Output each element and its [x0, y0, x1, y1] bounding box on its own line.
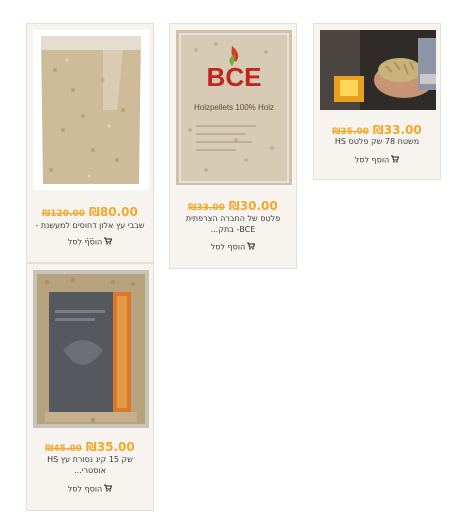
old-price: ₪45.00 [45, 444, 82, 454]
product-image-sawdust-bag[interactable] [33, 270, 149, 428]
cart-icon [104, 237, 113, 247]
product-card-oak-chips[interactable]: ₪120.00 ₪80.00 שבבי עץ אלון דחוסים למעשנת… [26, 23, 154, 263]
product-title[interactable]: פלטס של החברה הצרפתית BCE- בתק... [180, 213, 286, 235]
product-title[interactable]: שק 15 קיג נסורת עץ HS אוסטרי... [39, 454, 141, 476]
price-line: ₪45.00 ₪35.00 [27, 436, 153, 455]
add-to-cart-button[interactable]: הוסף לסל [314, 155, 440, 165]
cart-icon [247, 242, 256, 252]
cart-icon [391, 155, 400, 165]
new-price: ₪35.00 [85, 440, 135, 454]
new-price: ₪80.00 [89, 205, 138, 219]
old-price: ₪120.00 [42, 209, 86, 219]
product-card-bce-pellets[interactable]: BCE Holzpellets 100% Holz ₪33.00 ₪30.00 פ… [169, 23, 297, 269]
product-image-oak-chips-bag[interactable] [33, 30, 149, 190]
bag-brand-text: BCE [207, 62, 262, 92]
product-title[interactable]: משטח 78 שק פלטס HS [320, 136, 434, 147]
bag-label-text: Holzpellets 100% Holz [194, 103, 274, 112]
add-to-cart-button[interactable]: הוסף לסל [27, 484, 153, 494]
old-price: ₪33.00 [188, 203, 225, 213]
price-line: ₪120.00 ₪80.00 [27, 201, 153, 220]
product-card-sawdust-bag[interactable]: ₪45.00 ₪35.00 שק 15 קיג נסורת עץ HS אוסטר… [26, 263, 154, 511]
add-to-cart-button[interactable]: הוסף לסל [170, 242, 296, 252]
new-price: ₪30.00 [228, 199, 278, 213]
add-to-cart-button[interactable]: הוסף לסל [27, 237, 153, 247]
price-line: ₪33.00 ₪30.00 [170, 195, 296, 214]
new-price: ₪33.00 [372, 123, 422, 137]
product-card-pellet-pallet[interactable]: ₪35.00 ₪33.00 משטח 78 שק פלטס HS הוסף לסל [313, 23, 441, 180]
product-image-pellets-in-hands[interactable] [320, 30, 436, 110]
cart-icon [104, 484, 113, 494]
product-image-bce-bag[interactable]: BCE Holzpellets 100% Holz [176, 30, 292, 185]
